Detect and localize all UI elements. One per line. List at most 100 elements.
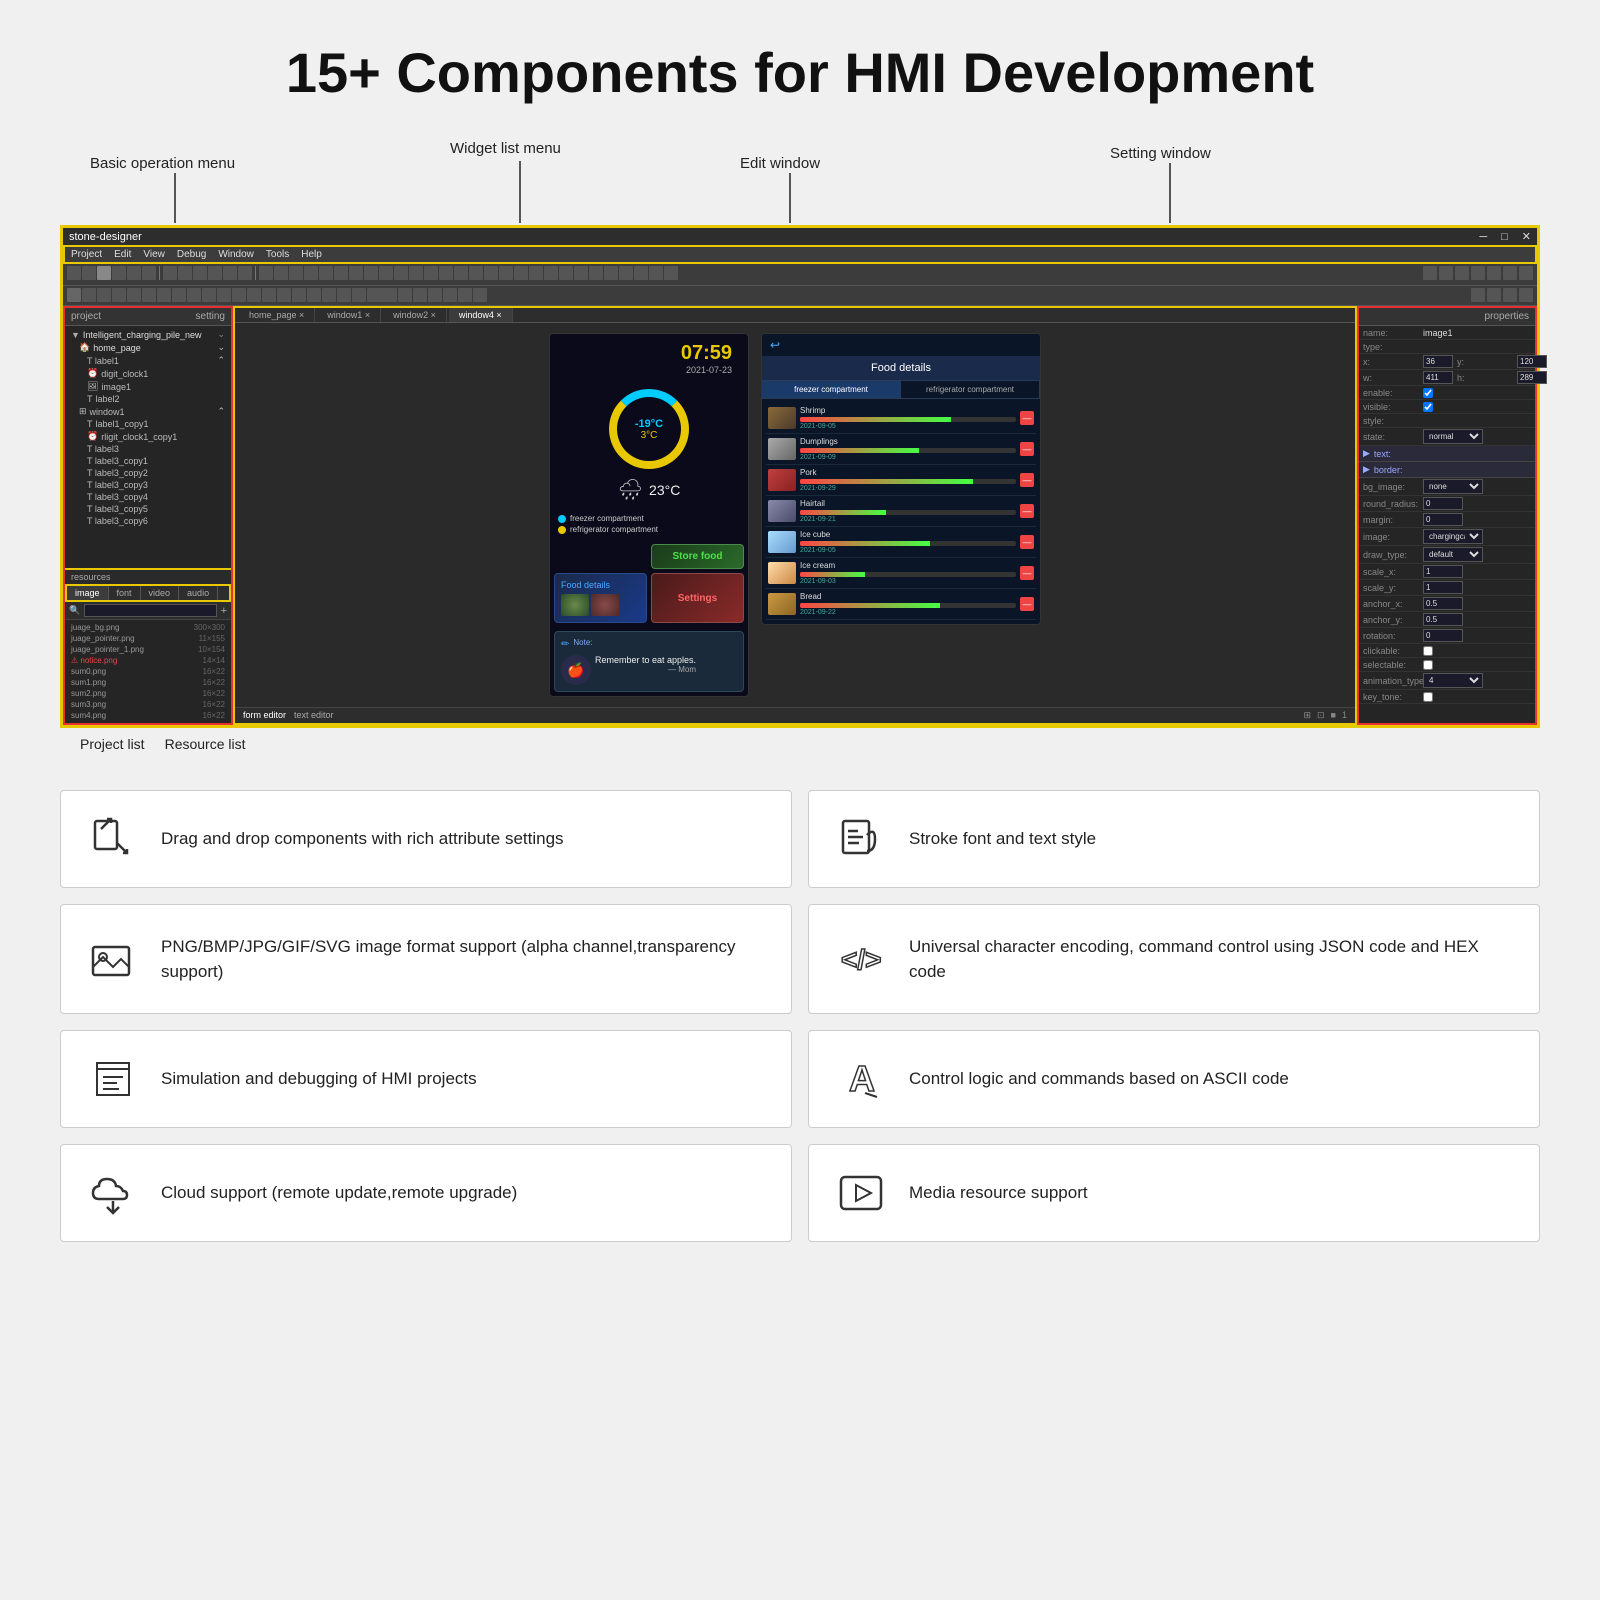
toolbar-btn[interactable] (112, 266, 126, 280)
menu-project[interactable]: Project (71, 249, 102, 260)
toolbar-btn[interactable] (544, 266, 558, 280)
toolbar-btn[interactable] (424, 266, 438, 280)
toolbar-btn[interactable] (208, 266, 222, 280)
food-del-pork[interactable]: — (1020, 473, 1034, 487)
toolbar-btn[interactable] (163, 266, 177, 280)
toolbar-btn[interactable] (127, 266, 141, 280)
ide-minimize-btn[interactable]: ─ (1479, 231, 1487, 243)
toolbar-btn[interactable] (499, 266, 513, 280)
prop-select-drawtype[interactable]: default (1423, 547, 1483, 562)
toolbar2-btn[interactable] (142, 288, 156, 302)
toolbar-btn[interactable] (604, 266, 618, 280)
food-del-dumplings[interactable]: — (1020, 442, 1034, 456)
toolbar-btn[interactable] (589, 266, 603, 280)
menu-window[interactable]: Window (218, 249, 254, 260)
toolbar-btn[interactable] (634, 266, 648, 280)
toolbar-btn[interactable] (649, 266, 663, 280)
food-del-ice-cube[interactable]: — (1020, 535, 1034, 549)
toolbar-btn[interactable] (394, 266, 408, 280)
toolbar2-btn[interactable] (398, 288, 412, 302)
toolbar-btn[interactable] (574, 266, 588, 280)
toolbar2-btn[interactable] (352, 288, 366, 302)
toolbar-btn[interactable] (409, 266, 423, 280)
prop-input-roundradius[interactable] (1423, 497, 1463, 510)
prop-input-x[interactable] (1423, 355, 1453, 368)
toolbar-btn[interactable] (142, 266, 156, 280)
toolbar2-btn[interactable] (112, 288, 126, 302)
toolbar-btn[interactable] (439, 266, 453, 280)
toolbar2-btn[interactable] (247, 288, 261, 302)
menu-debug[interactable]: Debug (177, 249, 206, 260)
toolbar2-btn[interactable] (458, 288, 472, 302)
menu-edit[interactable]: Edit (114, 249, 131, 260)
food-del-bread[interactable]: — (1020, 597, 1034, 611)
toolbar2-btn[interactable] (473, 288, 487, 302)
toolbar2-btn[interactable] (367, 288, 397, 302)
resource-add-btn[interactable]: + (221, 605, 227, 617)
toolbar-btn[interactable] (67, 266, 81, 280)
phone-back-btn[interactable]: ↩ (770, 338, 780, 352)
prop-input-margin[interactable] (1423, 513, 1463, 526)
tree-item-label3-copy1[interactable]: T label3_copy1 (65, 455, 231, 467)
toolbar-btn[interactable] (319, 266, 333, 280)
prop-input-anchorx[interactable] (1423, 597, 1463, 610)
toolbar2-btn[interactable] (337, 288, 351, 302)
toolbar-btn[interactable] (514, 266, 528, 280)
tree-item-label3-copy4[interactable]: T label3_copy4 (65, 491, 231, 503)
tree-item-clock-copy[interactable]: ⏰ rligit_clock1_copy1 (65, 430, 231, 443)
prop-select-state[interactable]: normal (1423, 429, 1483, 444)
menu-view[interactable]: View (143, 249, 165, 260)
menu-tools[interactable]: Tools (266, 249, 289, 260)
prop-input-scaley[interactable] (1423, 581, 1463, 594)
prop-checkbox-enable[interactable] (1423, 388, 1433, 398)
tab-window4[interactable]: window4 × (449, 308, 513, 322)
tab-window2[interactable]: window2 × (383, 308, 447, 322)
phone-tab-freezer[interactable]: freezer compartment (762, 381, 901, 398)
toolbar-btn[interactable] (454, 266, 468, 280)
tree-item-label3-copy2[interactable]: T label3_copy2 (65, 467, 231, 479)
food-del-shrimp[interactable]: — (1020, 411, 1034, 425)
tree-item-label3-copy5[interactable]: T label3_copy5 (65, 503, 231, 515)
toolbar2-btn[interactable] (413, 288, 427, 302)
toolbar2-btn[interactable] (82, 288, 96, 302)
prop-input-y[interactable] (1517, 355, 1547, 368)
tree-item-clock[interactable]: ⏰ digit_clock1 (65, 367, 231, 380)
toolbar-btn[interactable] (223, 266, 237, 280)
toolbar-btn[interactable] (379, 266, 393, 280)
tree-item-label3-copy3[interactable]: T label3_copy3 (65, 479, 231, 491)
food-del-ice-cream[interactable]: — (1020, 566, 1034, 580)
toolbar-btn[interactable] (97, 266, 111, 280)
toolbar2-btn[interactable] (277, 288, 291, 302)
tree-item-label3-copy6[interactable]: T label3_copy6 (65, 515, 231, 527)
ide-restore-btn[interactable]: □ (1501, 231, 1508, 243)
toolbar-btn[interactable] (259, 266, 273, 280)
tree-item-window1[interactable]: ⊞ window1 ⌃ (65, 405, 231, 418)
tree-item-image1[interactable]: 🖼 image1 (65, 380, 231, 393)
prop-checkbox-keytone[interactable] (1423, 692, 1433, 702)
tree-item-label3[interactable]: T label3 (65, 443, 231, 455)
prop-select-animtype[interactable]: 4 (1423, 673, 1483, 688)
toolbar2-btn[interactable] (262, 288, 276, 302)
resource-tab-font[interactable]: font (109, 586, 141, 600)
toolbar2-btn[interactable] (292, 288, 306, 302)
prop-select-bgimage[interactable]: none (1423, 479, 1483, 494)
toolbar2-btn-right[interactable] (1487, 288, 1501, 302)
toolbar2-btn[interactable] (67, 288, 81, 302)
toolbar2-btn-right[interactable] (1471, 288, 1485, 302)
toolbar2-btn[interactable] (127, 288, 141, 302)
toolbar2-btn[interactable] (443, 288, 457, 302)
toolbar-btn-right[interactable] (1439, 266, 1453, 280)
toolbar2-btn[interactable] (322, 288, 336, 302)
canvas-tab-form-editor[interactable]: form editor (243, 710, 286, 721)
prop-input-rotation[interactable] (1423, 629, 1463, 642)
toolbar-btn[interactable] (178, 266, 192, 280)
toolbar2-btn-right[interactable] (1519, 288, 1533, 302)
toolbar-btn-right[interactable] (1519, 266, 1533, 280)
toolbar2-btn[interactable] (202, 288, 216, 302)
phone-tab-fridge[interactable]: refrigerator compartment (901, 381, 1040, 398)
toolbar-btn[interactable] (469, 266, 483, 280)
toolbar2-btn[interactable] (172, 288, 186, 302)
resource-tab-image[interactable]: image (67, 586, 109, 600)
btn-store-food[interactable]: Store food (651, 544, 744, 569)
toolbar-btn[interactable] (484, 266, 498, 280)
